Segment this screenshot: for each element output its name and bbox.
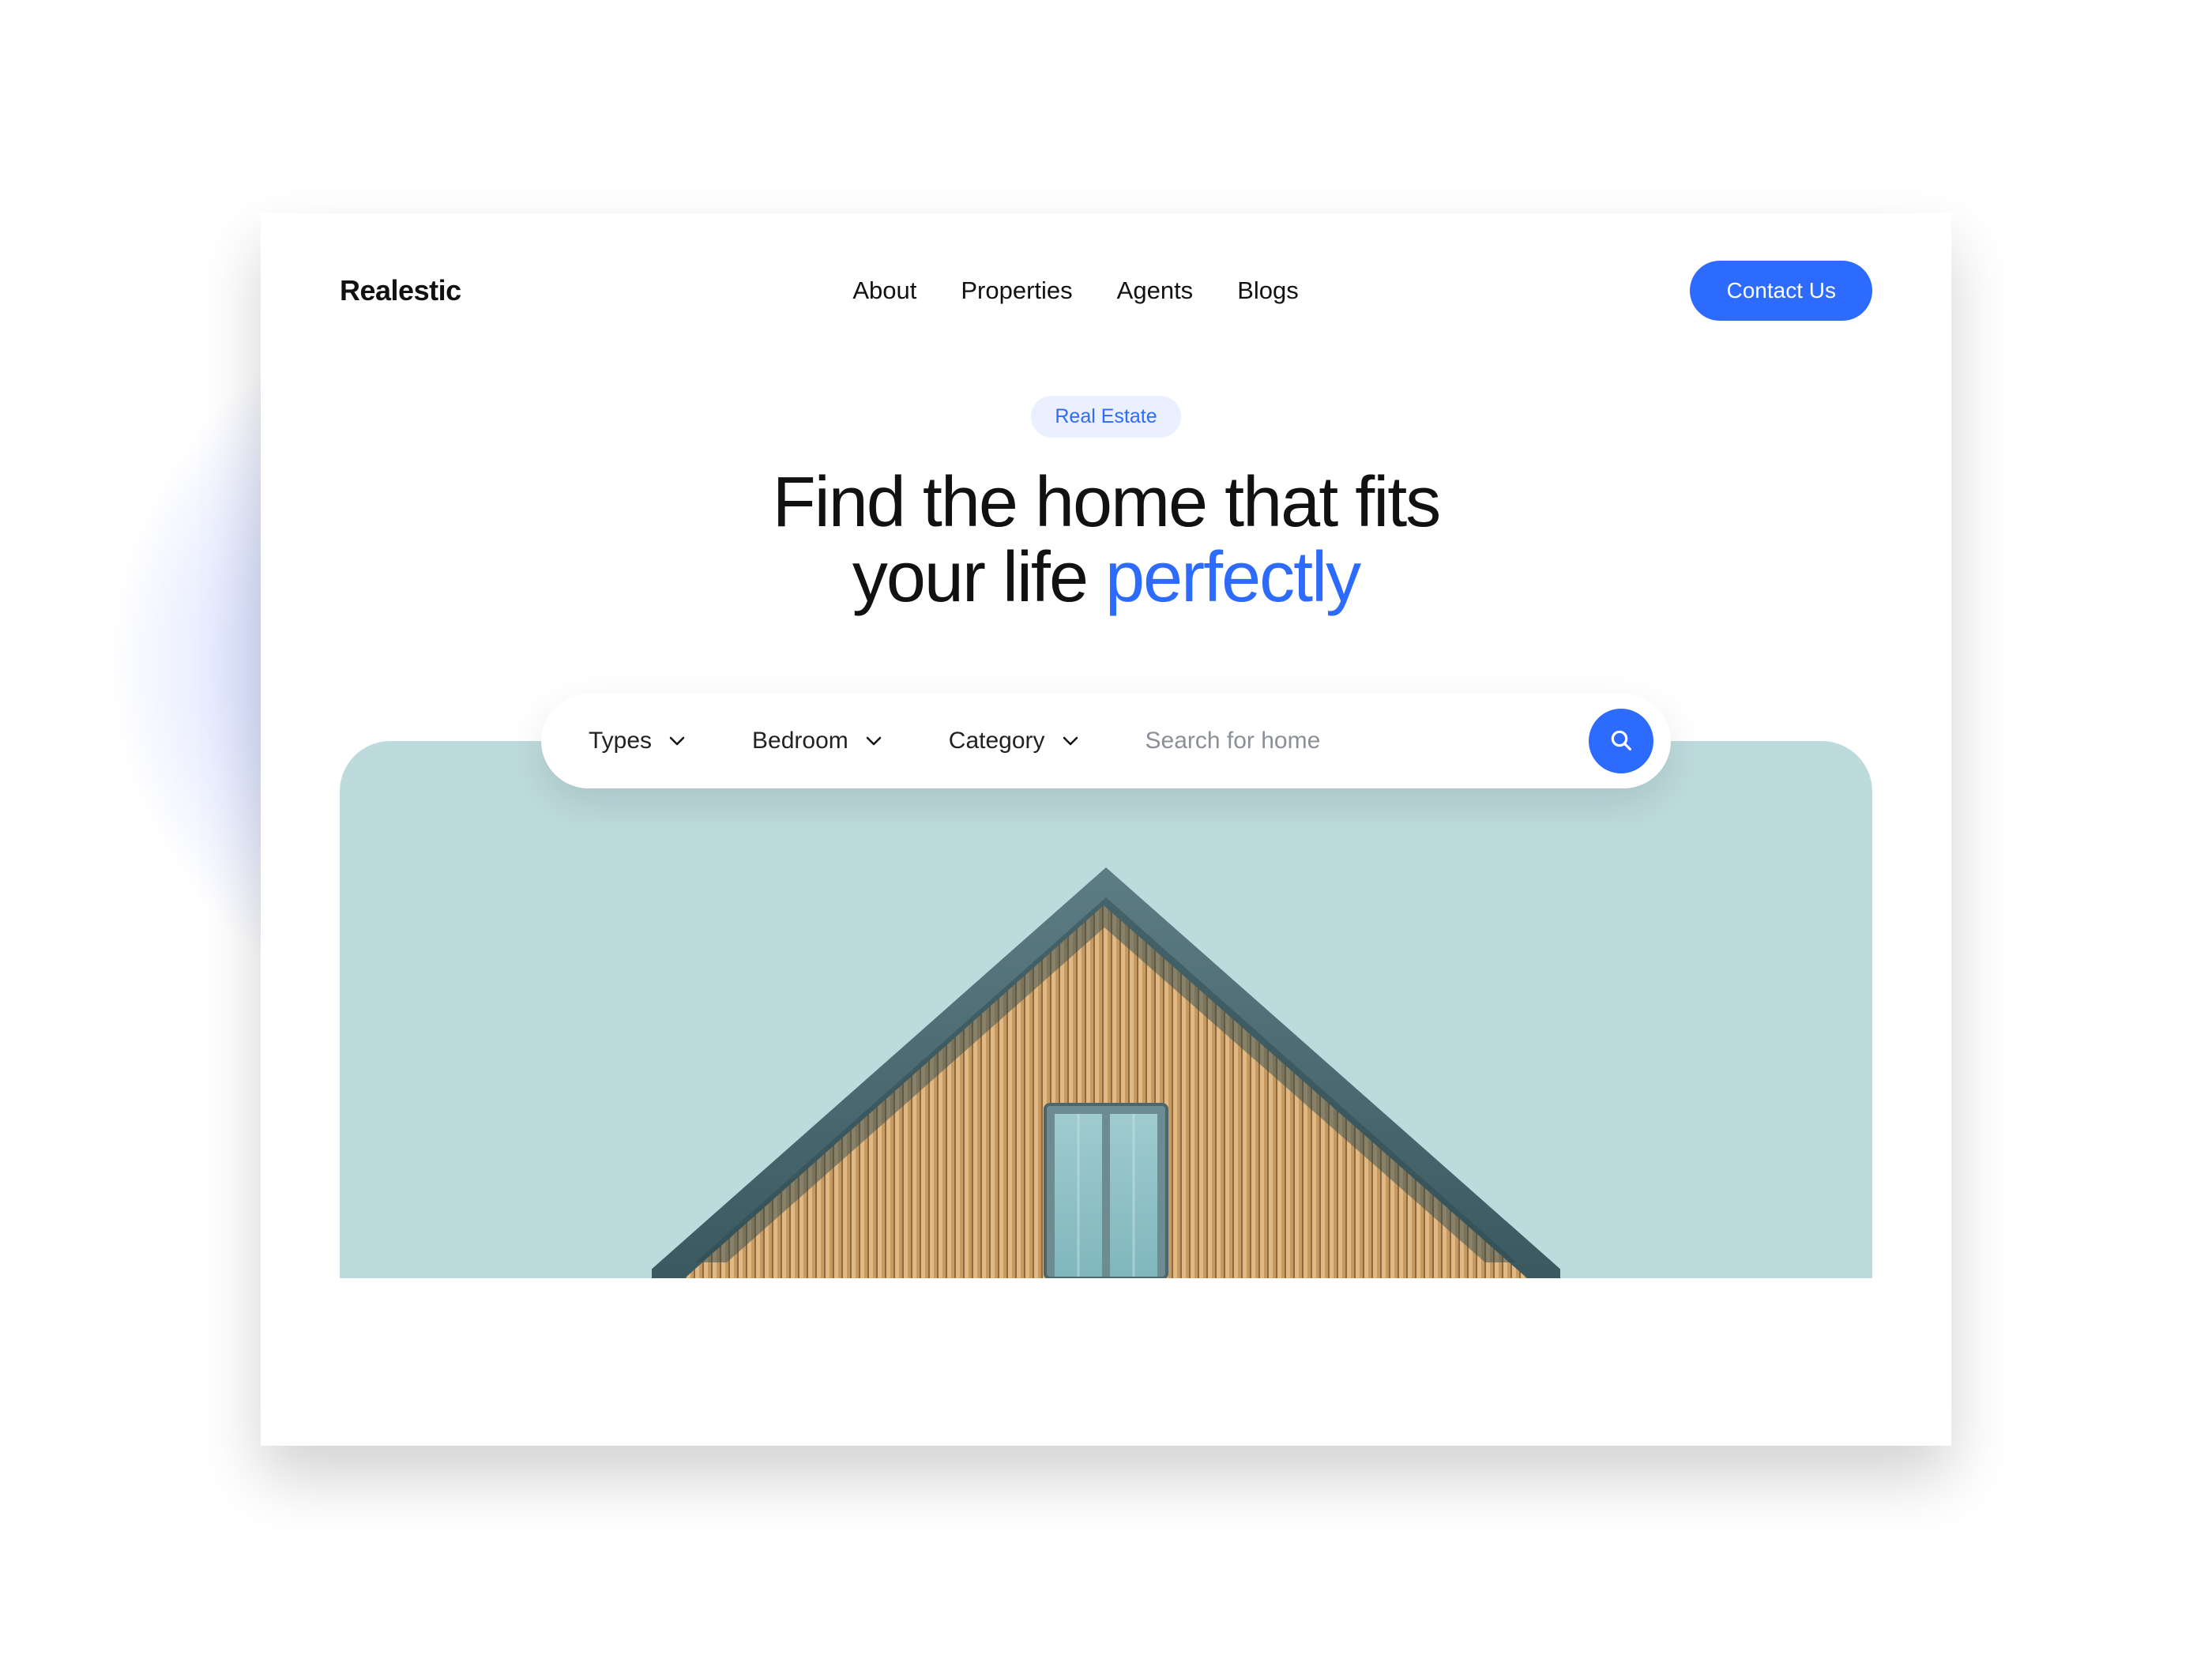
bedroom-label: Bedroom — [752, 728, 848, 754]
search-bar: Types Bedroom Category — [541, 694, 1671, 788]
types-label: Types — [589, 728, 652, 754]
brand-logo: Realestic — [340, 274, 461, 307]
category-label: Category — [949, 728, 1045, 754]
search-icon — [1608, 728, 1634, 755]
header: Realestic About Properties Agents Blogs … — [261, 213, 1951, 321]
category-dropdown[interactable]: Category — [949, 728, 1078, 754]
hero-image — [340, 741, 1872, 1278]
chevron-down-icon — [669, 736, 685, 746]
nav-properties[interactable]: Properties — [961, 276, 1072, 305]
headline-line1: Find the home that fits — [773, 463, 1439, 542]
search-input[interactable] — [1146, 728, 1522, 754]
category-pill: Real Estate — [1031, 396, 1180, 438]
bedroom-dropdown[interactable]: Bedroom — [752, 728, 882, 754]
hero-section: Real Estate Find the home that fits your… — [261, 321, 1951, 615]
house-illustration — [652, 867, 1560, 1278]
landing-card: Realestic About Properties Agents Blogs … — [261, 213, 1951, 1446]
headline: Find the home that fits your life perfec… — [261, 465, 1951, 615]
types-dropdown[interactable]: Types — [589, 728, 685, 754]
chevron-down-icon — [866, 736, 882, 746]
nav-about[interactable]: About — [852, 276, 916, 305]
main-nav: About Properties Agents Blogs — [852, 276, 1298, 305]
nav-blogs[interactable]: Blogs — [1237, 276, 1299, 305]
search-button[interactable] — [1589, 709, 1653, 773]
headline-accent: perfectly — [1105, 538, 1360, 617]
search-area: Types Bedroom Category — [261, 694, 1951, 788]
headline-line2a: your life — [852, 538, 1105, 617]
nav-agents[interactable]: Agents — [1117, 276, 1194, 305]
chevron-down-icon — [1063, 736, 1078, 746]
contact-us-button[interactable]: Contact Us — [1690, 261, 1872, 321]
